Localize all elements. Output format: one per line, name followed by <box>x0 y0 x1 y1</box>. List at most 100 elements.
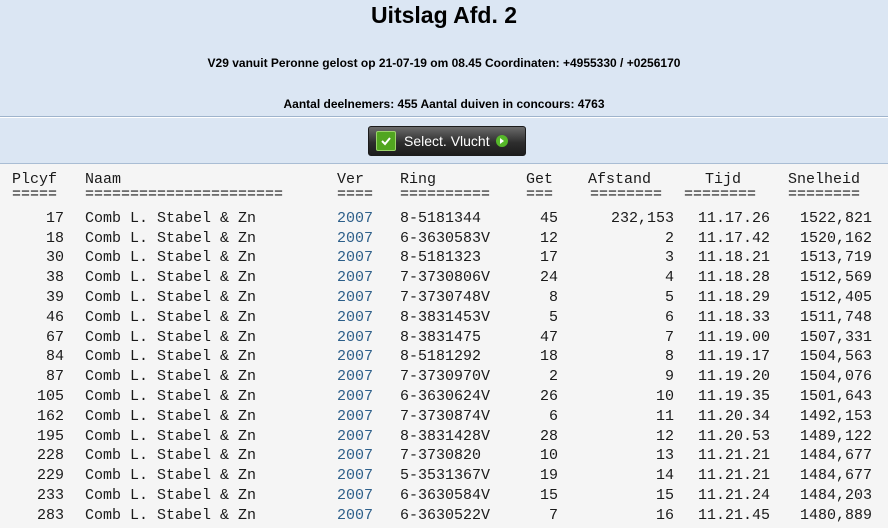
cell-plcyf: 87 <box>45 368 64 386</box>
cell-ver[interactable]: 2007 <box>337 427 373 447</box>
cell-get: 28 <box>539 427 558 445</box>
cell-tijd: 11.19.00 <box>697 328 770 346</box>
cell-get: 2 <box>548 368 558 386</box>
cell-tijd: 11.20.34 <box>697 407 770 425</box>
cell-ring: 6-3630624V <box>400 387 491 405</box>
cell-snelheid: 1492,153 <box>799 407 872 425</box>
cell-ver[interactable]: 2007 <box>337 288 373 308</box>
cell-get: 7 <box>548 506 558 524</box>
cell-get: 8 <box>548 288 558 306</box>
cell-tijd: 11.18.28 <box>697 269 770 287</box>
cell-ver[interactable]: 2007 <box>337 229 373 249</box>
cell-ring: 8-5181292 <box>400 348 482 366</box>
table-row: 39 Comb L. Stabel & Zn 2007 7-3730748V 8 5 11.… <box>0 288 888 308</box>
select-icon <box>376 131 396 151</box>
results-table: Plcyf Naam Ver Ring Get Afstand Tijd Sne… <box>0 170 888 526</box>
cell-ver[interactable]: 2007 <box>337 347 373 367</box>
cell-ver[interactable]: 2007 <box>337 248 373 268</box>
cell-afstand: 2 <box>664 229 674 247</box>
cell-snelheid: 1484,203 <box>799 486 872 504</box>
cell-plcyf: 162 <box>36 407 64 425</box>
cell-naam: Comb L. Stabel & Zn <box>85 209 257 227</box>
cell-get: 5 <box>548 308 558 326</box>
cell-ver[interactable]: 2007 <box>337 486 373 506</box>
cell-ring: 8-3831475 <box>400 328 482 346</box>
cell-plcyf: 195 <box>36 427 64 445</box>
cell-tijd: 11.21.24 <box>697 486 770 504</box>
cell-afstand: 9 <box>664 368 674 386</box>
table-row: 233 Comb L. Stabel & Zn 2007 6-3630584V 15 15… <box>0 486 888 506</box>
cell-get: 12 <box>539 229 558 247</box>
cell-get: 17 <box>539 249 558 267</box>
flight-info: V29 vanuit Peronne gelost op 21-07-19 om… <box>207 56 681 70</box>
cell-naam: Comb L. Stabel & Zn <box>85 387 257 405</box>
cell-tijd: 11.18.33 <box>697 308 770 326</box>
cell-snelheid: 1511,748 <box>799 308 872 326</box>
table-row: 195 Comb L. Stabel & Zn 2007 8-3831428V 28 12… <box>0 427 888 447</box>
cell-plcyf: 105 <box>36 387 64 405</box>
cell-ver[interactable]: 2007 <box>337 367 373 387</box>
table-row: 87 Comb L. Stabel & Zn 2007 7-3730970V 2 9 11.… <box>0 367 888 387</box>
cell-snelheid: 1484,677 <box>799 447 872 465</box>
cell-snelheid: 1504,563 <box>799 348 872 366</box>
cell-naam: Comb L. Stabel & Zn <box>85 348 257 366</box>
cell-ver[interactable]: 2007 <box>337 446 373 466</box>
table-row: 46 Comb L. Stabel & Zn 2007 8-3831453V 5 6 11.… <box>0 308 888 328</box>
cell-afstand: 4 <box>664 269 674 287</box>
cell-plcyf: 17 <box>45 209 64 227</box>
cell-ring: 5-3531367V <box>400 467 491 485</box>
separator-naam: ====================== <box>85 185 284 203</box>
cell-afstand: 5 <box>664 288 674 306</box>
cell-ring: 6-3630584V <box>400 486 491 504</box>
cell-get: 15 <box>539 486 558 504</box>
cell-afstand: 10 <box>655 387 674 405</box>
cell-ver[interactable]: 2007 <box>337 209 373 229</box>
cell-ver[interactable]: 2007 <box>337 328 373 348</box>
cell-ver[interactable]: 2007 <box>337 466 373 486</box>
cell-ver[interactable]: 2007 <box>337 407 373 427</box>
cell-afstand: 11 <box>655 407 674 425</box>
cell-snelheid: 1520,162 <box>799 229 872 247</box>
table-row: 84 Comb L. Stabel & Zn 2007 8-5181292 18 8 11.… <box>0 347 888 367</box>
cell-snelheid: 1501,643 <box>799 387 872 405</box>
cell-get: 10 <box>539 447 558 465</box>
separator-tijd: ======== <box>684 185 757 203</box>
cell-naam: Comb L. Stabel & Zn <box>85 308 257 326</box>
separator-snelheid: ======== <box>788 185 861 203</box>
cell-ring: 7-3730970V <box>400 368 491 386</box>
separator-ver: ==== <box>337 185 374 203</box>
cell-afstand: 16 <box>655 506 674 524</box>
cell-plcyf: 67 <box>45 328 64 346</box>
cell-get: 47 <box>539 328 558 346</box>
cell-ring: 7-3730820 <box>400 447 482 465</box>
cell-ver[interactable]: 2007 <box>337 387 373 407</box>
cell-ver[interactable]: 2007 <box>337 506 373 526</box>
cell-get: 19 <box>539 467 558 485</box>
cell-ring: 7-3730806V <box>400 269 491 287</box>
cell-plcyf: 283 <box>36 506 64 524</box>
cell-afstand: 6 <box>664 308 674 326</box>
cell-get: 26 <box>539 387 558 405</box>
cell-ring: 8-5181323 <box>400 249 482 267</box>
cell-snelheid: 1522,821 <box>799 209 872 227</box>
cell-naam: Comb L. Stabel & Zn <box>85 486 257 504</box>
cell-snelheid: 1512,405 <box>799 288 872 306</box>
cell-tijd: 11.17.26 <box>697 209 770 227</box>
cell-plcyf: 233 <box>36 486 64 504</box>
select-flight-button[interactable]: Select. Vlucht <box>368 126 526 156</box>
cell-ver[interactable]: 2007 <box>337 308 373 328</box>
cell-snelheid: 1480,889 <box>799 506 872 524</box>
separator-afstand: ======== <box>590 185 663 203</box>
cell-afstand: 7 <box>664 328 674 346</box>
cell-ver[interactable]: 2007 <box>337 268 373 288</box>
cell-get: 45 <box>539 209 558 227</box>
cell-afstand: 13 <box>655 447 674 465</box>
cell-tijd: 11.20.53 <box>697 427 770 445</box>
cell-get: 18 <box>539 348 558 366</box>
table-row: 30 Comb L. Stabel & Zn 2007 8-5181323 17 3 11.… <box>0 248 888 268</box>
cell-afstand: 3 <box>664 249 674 267</box>
cell-ring: 6-3630522V <box>400 506 491 524</box>
table-row: 17 Comb L. Stabel & Zn 2007 8-5181344 45 232,… <box>0 209 888 229</box>
cell-afstand: 8 <box>664 348 674 366</box>
cell-afstand: 14 <box>655 467 674 485</box>
